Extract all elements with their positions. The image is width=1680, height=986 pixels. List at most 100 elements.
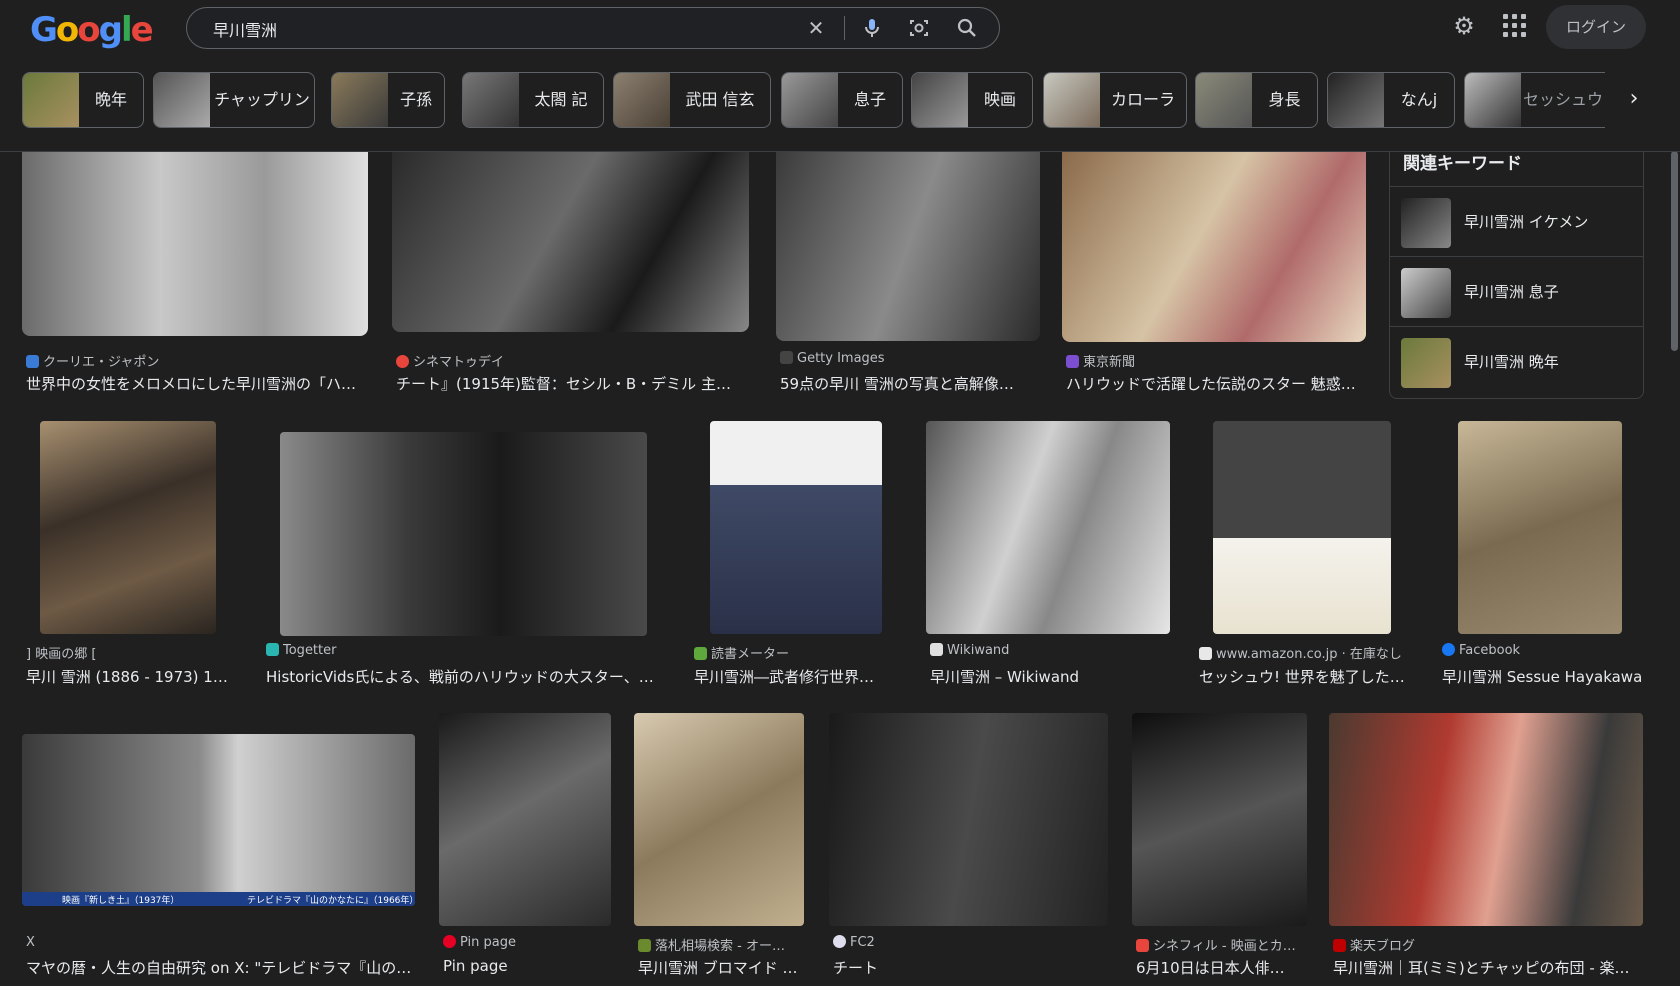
result-card[interactable]: Pin page Pin page (439, 713, 614, 986)
result-title[interactable]: 世界中の女性をメロメロにした早川雪洲の「ハ… (26, 373, 366, 394)
search-icon[interactable] (955, 16, 979, 40)
camera-lens-icon[interactable] (907, 16, 931, 40)
result-title[interactable]: 6月10日は日本人俳… (1136, 957, 1308, 978)
result-title[interactable]: チート』(1915年)監督：セシル・B・デミル 主演：… (396, 373, 736, 394)
result-card[interactable]: 楽天ブログ 早川雪洲｜耳(ミミ)とチャッピの布団 - 楽… (1329, 713, 1644, 986)
favicon-icon (833, 935, 846, 948)
result-source[interactable]: Facebook (1442, 643, 1520, 658)
scrollbar[interactable] (1669, 151, 1680, 986)
chip-太閤記[interactable]: 太閤 記 (462, 72, 604, 128)
gear-icon[interactable]: ⚙ (1450, 12, 1478, 40)
result-image[interactable] (829, 713, 1108, 926)
result-image[interactable] (1458, 421, 1622, 634)
microphone-icon[interactable] (860, 16, 884, 40)
result-title[interactable]: 59点の早川 雪洲の写真と高解像… (780, 373, 1030, 394)
result-image[interactable] (634, 713, 804, 926)
result-card[interactable]: 東京新聞 ハリウッドで活躍した伝説のスター 魅惑… (1062, 151, 1366, 394)
chevron-right-icon[interactable]: › (1622, 84, 1646, 114)
result-source[interactable]: 楽天ブログ (1333, 935, 1415, 954)
result-source[interactable]: Wikiwand (930, 643, 1009, 658)
result-source[interactable]: 東京新聞 (1066, 351, 1135, 370)
result-card[interactable]: クーリエ・ジャポン 世界中の女性をメロメロにした早川雪洲の「ハ… (22, 151, 368, 394)
result-title[interactable]: 早川雪洲｜耳(ミミ)とチャッピの布団 - 楽… (1333, 957, 1643, 978)
result-image[interactable] (40, 421, 216, 634)
related-item[interactable]: 早川雪洲 イケメン (1390, 186, 1643, 255)
login-button[interactable]: ログイン (1546, 5, 1646, 49)
apps-grid-icon[interactable] (1503, 14, 1527, 38)
caption-right: テレビドラマ『山のかなたに』（1966年） (247, 896, 415, 906)
result-source[interactable]: 落札相場検索 - オー… (638, 935, 785, 954)
result-source[interactable]: クーリエ・ジャポン (26, 351, 159, 370)
result-card[interactable]: Facebook 早川雪洲 Sessue Hayakawa (1438, 421, 1648, 691)
result-source[interactable]: シネフィル - 映画とカ… (1136, 935, 1296, 954)
result-image[interactable] (280, 432, 647, 636)
result-title[interactable]: HistoricVids氏による、戦前のハリウッドの大スター、早… (266, 666, 656, 687)
result-image[interactable] (776, 151, 1040, 341)
result-source[interactable]: Togetter (266, 643, 336, 658)
chip-セッシュウ[interactable]: セッシュウ (1464, 72, 1605, 128)
result-source[interactable]: FC2 (833, 935, 875, 950)
related-item[interactable]: 早川雪洲 息子 (1390, 256, 1643, 325)
related-thumbnail (1401, 338, 1451, 388)
result-card[interactable]: Togetter HistoricVids氏による、戦前のハリウッドの大スター、… (262, 421, 657, 691)
result-title[interactable]: チート (833, 957, 1108, 978)
result-card[interactable]: 落札相場検索 - オー… 早川雪洲 ブロマイド … (634, 713, 809, 986)
result-source[interactable]: Pin page (443, 935, 516, 950)
chip-label: 武田 信玄 (685, 90, 755, 109)
favicon-icon (1199, 647, 1212, 660)
chip-子孫[interactable]: 子孫 (331, 72, 445, 128)
result-source[interactable]: 読書メーター (694, 643, 789, 662)
google-logo[interactable]: Google (30, 10, 154, 50)
result-title[interactable]: ハリウッドで活躍した伝説のスター 魅惑… (1066, 373, 1366, 394)
chip-晩年[interactable]: 晩年 (22, 72, 144, 128)
result-card[interactable]: シネフィル - 映画とカ… 6月10日は日本人俳… (1132, 713, 1310, 986)
result-card[interactable]: Getty Images 59点の早川 雪洲の写真と高解像… (776, 151, 1040, 394)
result-image[interactable] (1062, 151, 1366, 342)
search-box[interactable]: ✕ (186, 7, 1000, 49)
result-source[interactable]: ] 映画の郷 [ (26, 643, 96, 662)
chip-thumbnail (1328, 73, 1384, 127)
result-image[interactable] (1213, 421, 1391, 634)
result-source[interactable]: シネマトゥデイ (396, 351, 504, 370)
result-source[interactable]: X (26, 935, 35, 950)
result-title[interactable]: セッシュウ! 世界を魅了した… (1199, 666, 1414, 687)
result-title[interactable]: 早川雪洲―武者修行世界… (694, 666, 899, 687)
result-image[interactable] (22, 151, 368, 336)
chip-息子[interactable]: 息子 (781, 72, 903, 128)
result-title[interactable]: 早川雪洲 – Wikiwand (930, 666, 1175, 687)
result-source[interactable]: Getty Images (780, 351, 885, 366)
result-source[interactable]: www.amazon.co.jp · 在庫なし (1199, 643, 1402, 662)
result-title[interactable]: 早川 雪洲 (1886 - 1973) 1… (26, 666, 251, 687)
result-image[interactable]: 映画『新しき土』（1937年） テレビドラマ『山のかなたに』（1966年） (22, 734, 415, 906)
result-card[interactable]: シネマトゥデイ チート』(1915年)監督：セシル・B・デミル 主演：… (392, 151, 749, 394)
result-image[interactable] (439, 713, 611, 926)
result-card[interactable]: ] 映画の郷 [ 早川 雪洲 (1886 - 1973) 1… (22, 421, 262, 691)
favicon-icon (638, 939, 651, 952)
favicon-icon (780, 351, 793, 364)
result-title[interactable]: 早川雪洲 ブロマイド … (638, 957, 808, 978)
chip-身長[interactable]: 身長 (1195, 72, 1318, 128)
result-card[interactable]: 読書メーター 早川雪洲―武者修行世界… (690, 421, 900, 691)
result-image[interactable] (392, 151, 749, 332)
result-title[interactable]: Pin page (443, 957, 613, 975)
clear-icon[interactable]: ✕ (804, 16, 828, 40)
search-input[interactable] (211, 16, 775, 42)
chip-映画[interactable]: 映画 (911, 72, 1033, 128)
scrollbar-thumb[interactable] (1671, 151, 1678, 351)
related-item[interactable]: 早川雪洲 晩年 (1390, 326, 1643, 395)
chip-カローラ[interactable]: カローラ (1043, 72, 1187, 128)
result-image[interactable] (710, 421, 882, 634)
result-image[interactable] (1329, 713, 1643, 926)
chip-なんj[interactable]: なんj (1327, 72, 1455, 128)
result-title[interactable]: 早川雪洲 Sessue Hayakawa (1442, 666, 1647, 687)
result-card[interactable]: Wikiwand 早川雪洲 – Wikiwand (926, 421, 1176, 691)
result-title[interactable]: マヤの暦・人生の自由研究 on X: "テレビドラマ『山の… (26, 957, 416, 978)
chip-thumbnail (463, 73, 519, 127)
result-card[interactable]: www.amazon.co.jp · 在庫なし セッシュウ! 世界を魅了した… (1195, 421, 1415, 691)
result-card[interactable]: 映画『新しき土』（1937年） テレビドラマ『山のかなたに』（1966年） X … (22, 713, 417, 986)
result-image[interactable] (926, 421, 1170, 634)
chip-武田信玄[interactable]: 武田 信玄 (613, 72, 771, 128)
chip-チャップリン[interactable]: チャップリン (153, 72, 315, 128)
result-image[interactable] (1132, 713, 1307, 926)
result-card[interactable]: FC2 チート (829, 713, 1112, 986)
